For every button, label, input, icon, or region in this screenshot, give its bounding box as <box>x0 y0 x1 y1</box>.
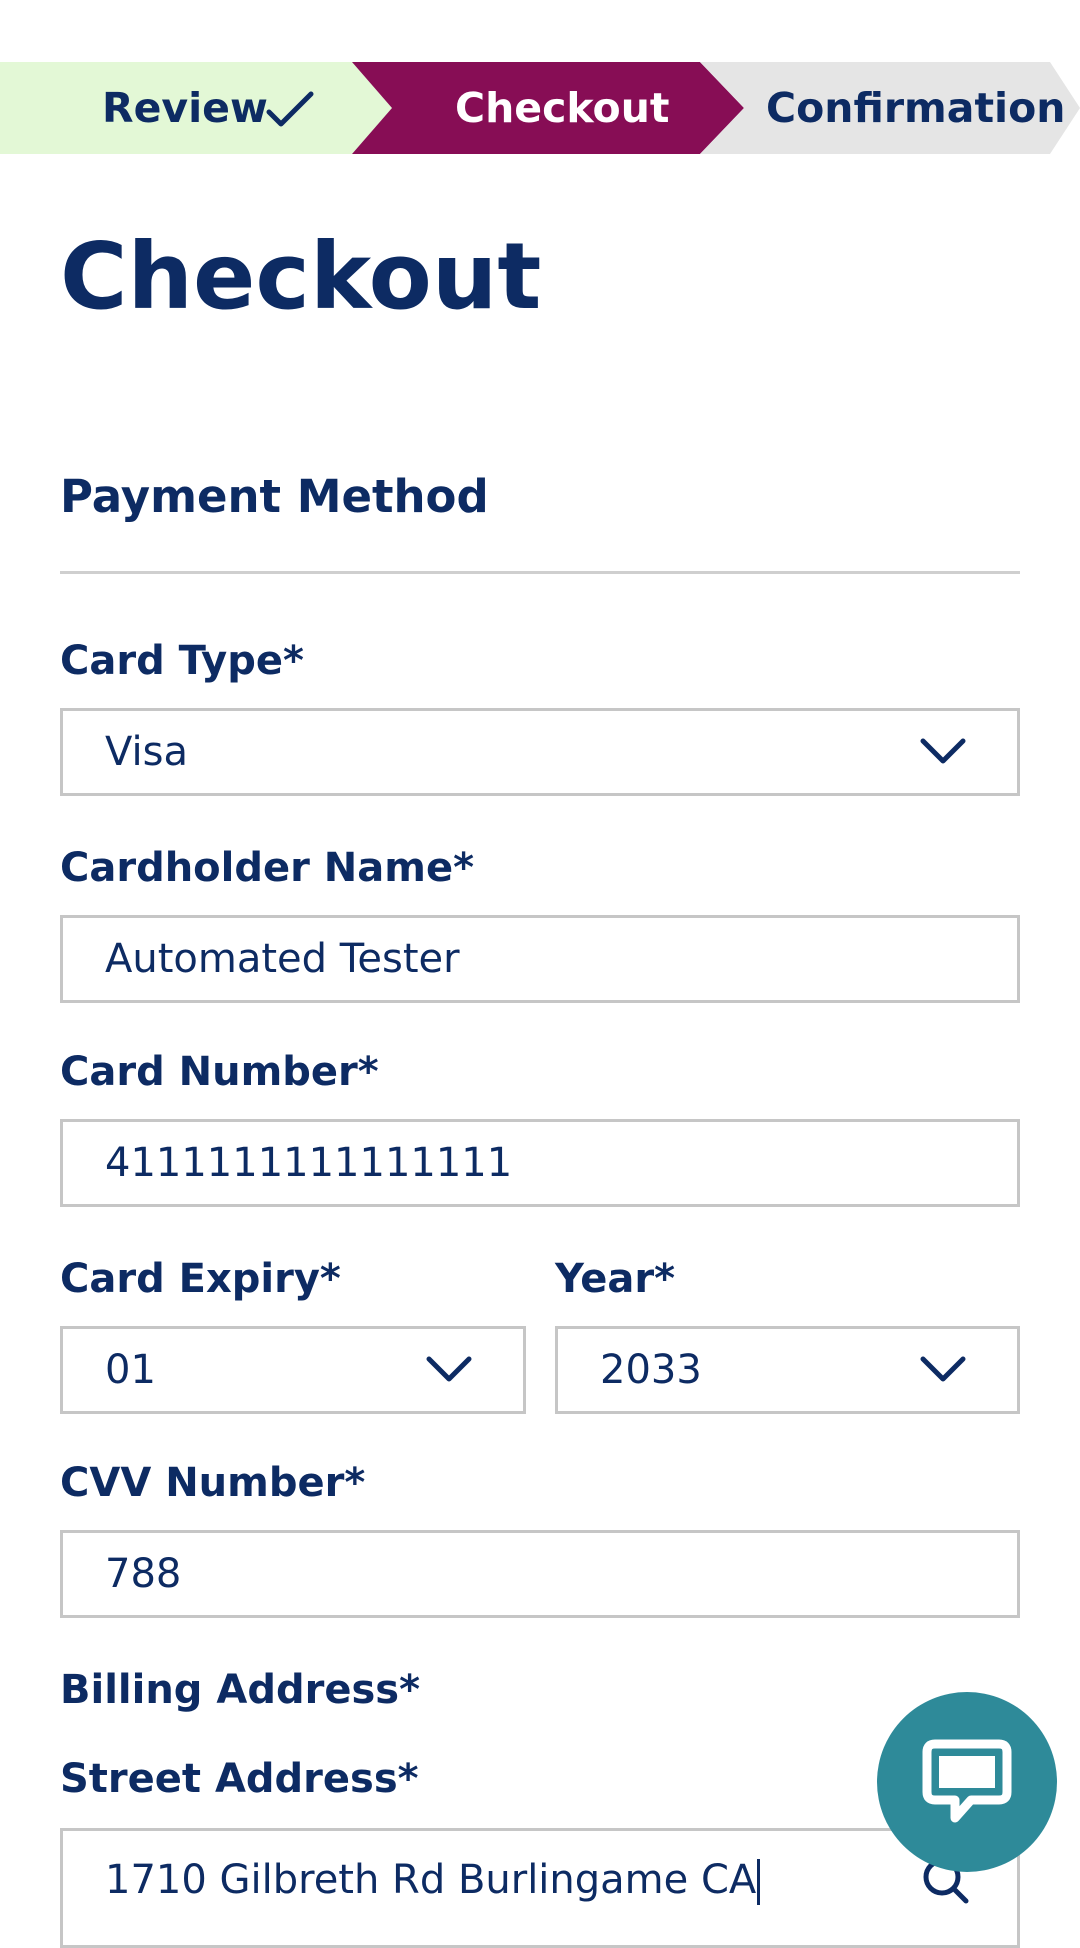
step-review[interactable]: Review <box>102 62 268 154</box>
card-expiry-label: Card Expiry* <box>60 1256 341 1302</box>
street-address-value-wrap: 1710 Gilbreth Rd Burlingame CA <box>105 1839 761 1921</box>
street-address-input[interactable]: 1710 Gilbreth Rd Burlingame CA <box>60 1828 1020 1948</box>
card-expiry-value: 01 <box>105 1347 156 1393</box>
card-expiry-month-select[interactable]: 01 <box>60 1326 526 1414</box>
expiry-year-value: 2033 <box>600 1347 702 1393</box>
chat-bubble-icon <box>922 1739 1012 1823</box>
card-number-value: 4111111111111111 <box>105 1140 513 1186</box>
expiry-year-label: Year* <box>555 1256 676 1302</box>
card-number-input[interactable]: 4111111111111111 <box>60 1119 1020 1207</box>
cardholder-name-label: Cardholder Name* <box>60 845 474 891</box>
checkout-stepper: Review Checkout Confirmation <box>0 62 1080 154</box>
card-type-value: Visa <box>105 729 188 775</box>
cvv-input[interactable]: 788 <box>60 1530 1020 1618</box>
chevron-down-icon <box>919 737 967 771</box>
cvv-value: 788 <box>105 1551 182 1597</box>
street-address-value: 1710 Gilbreth Rd Burlingame CA <box>105 1857 757 1903</box>
step-confirmation: Confirmation <box>766 84 1066 132</box>
payment-method-heading: Payment Method <box>60 470 489 523</box>
section-divider <box>60 571 1020 574</box>
card-number-label: Card Number* <box>60 1049 379 1095</box>
card-type-select[interactable]: Visa <box>60 708 1020 796</box>
text-caret <box>757 1859 761 1905</box>
step-checkout: Checkout <box>455 84 670 132</box>
chevron-down-icon <box>919 1355 967 1389</box>
chat-button[interactable] <box>877 1692 1057 1872</box>
cardholder-name-value: Automated Tester <box>105 936 460 982</box>
chevron-down-icon <box>425 1355 473 1389</box>
billing-address-label: Billing Address* <box>60 1667 420 1713</box>
page-title: Checkout <box>60 223 542 330</box>
check-icon <box>265 90 315 134</box>
card-type-label: Card Type* <box>60 638 304 684</box>
cardholder-name-input[interactable]: Automated Tester <box>60 915 1020 1003</box>
expiry-year-select[interactable]: 2033 <box>555 1326 1020 1414</box>
street-address-label: Street Address* <box>60 1756 419 1802</box>
cvv-label: CVV Number* <box>60 1460 366 1506</box>
